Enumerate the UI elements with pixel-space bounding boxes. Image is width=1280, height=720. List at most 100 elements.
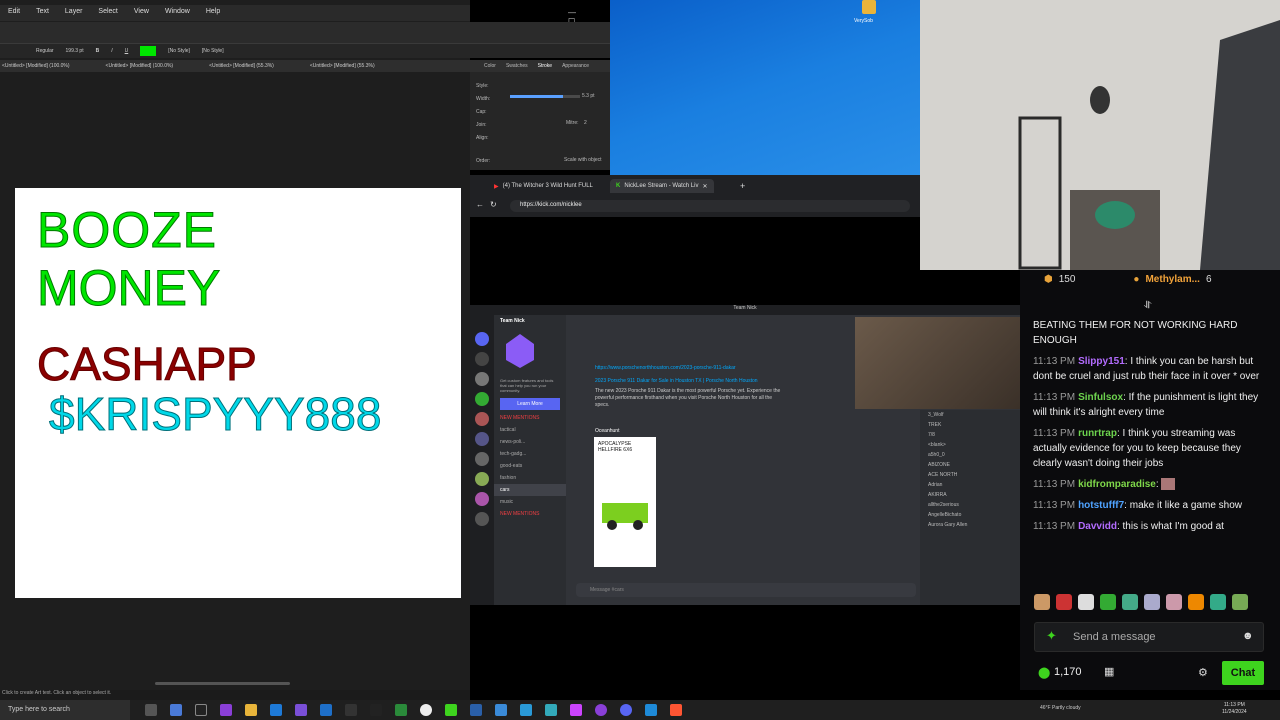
- member-item[interactable]: Aurora Gary Allen: [920, 520, 1020, 530]
- learn-more-button[interactable]: Learn More: [500, 398, 560, 410]
- font-style-select[interactable]: Regular: [36, 48, 54, 54]
- app-icon[interactable]: [520, 704, 532, 716]
- document-canvas[interactable]: BOOZE MONEY CASHAPP $KRISPYYY888: [15, 188, 461, 598]
- username[interactable]: kidfromparadise: [1078, 479, 1156, 490]
- weather-widget[interactable]: 46°F Partly cloudy: [1040, 705, 1081, 711]
- browser-tab-youtube[interactable]: ▶ (4) The Witcher 3 Wild Hunt FULL: [488, 179, 599, 193]
- top-user[interactable]: Methylam...: [1145, 274, 1199, 285]
- doc-tab[interactable]: <Untitled> [Modified] (100.0%): [2, 63, 70, 69]
- image-attachment[interactable]: APOCALYPSE HELLFIRE 6X6: [594, 437, 656, 567]
- member-item[interactable]: AngelleBichato: [920, 510, 1020, 520]
- channel-music[interactable]: music: [494, 496, 566, 508]
- pinned-icon[interactable]: ⥯: [1144, 300, 1151, 311]
- menu-layer[interactable]: Layer: [57, 5, 91, 21]
- text-color-swatch[interactable]: [140, 46, 157, 56]
- brave-icon[interactable]: [670, 704, 682, 716]
- username[interactable]: hotstufff7: [1078, 500, 1124, 511]
- message-input[interactable]: Message #cars: [576, 583, 916, 597]
- character-style-select[interactable]: [No Style]: [168, 48, 190, 54]
- app-icon[interactable]: [195, 704, 207, 716]
- canvas-text-cashapp[interactable]: CASHAPP: [37, 338, 258, 391]
- emote-icon[interactable]: [1232, 594, 1248, 610]
- tab-color[interactable]: Color: [484, 63, 496, 69]
- app-icon[interactable]: [270, 704, 282, 716]
- reload-button[interactable]: ↻: [490, 200, 497, 209]
- server-name[interactable]: Team Nick: [494, 315, 566, 327]
- member-item[interactable]: 7/8: [920, 430, 1020, 440]
- app-icon[interactable]: [345, 704, 357, 716]
- message-author[interactable]: Oceanhunt: [595, 428, 619, 434]
- app-icon[interactable]: [470, 704, 482, 716]
- canvas-text-booze[interactable]: BOOZE: [36, 202, 217, 259]
- channel-cars[interactable]: cars: [494, 484, 566, 496]
- username[interactable]: runrtrap: [1078, 428, 1117, 439]
- member-item[interactable]: Adrian: [920, 480, 1020, 490]
- horizontal-scrollbar[interactable]: [155, 682, 290, 685]
- channel-tactical[interactable]: tactical: [494, 424, 566, 436]
- emote-icon[interactable]: [1100, 594, 1116, 610]
- menu-window[interactable]: Window: [157, 5, 198, 21]
- chrome-icon[interactable]: [420, 704, 432, 716]
- folder-icon[interactable]: [245, 704, 257, 716]
- folder-icon[interactable]: [862, 0, 876, 14]
- italic-button[interactable]: I: [111, 48, 112, 54]
- member-item[interactable]: a5h0_0: [920, 450, 1020, 460]
- taskbar-search[interactable]: Type here to search: [0, 700, 130, 720]
- app-icon[interactable]: [445, 704, 457, 716]
- username[interactable]: Slippy151: [1078, 356, 1125, 367]
- new-mentions-badge[interactable]: NEW MENTIONS: [494, 508, 566, 520]
- member-item[interactable]: allthe2serious: [920, 500, 1020, 510]
- app-icon[interactable]: [220, 704, 232, 716]
- menu-view[interactable]: View: [126, 5, 157, 21]
- emote-icon[interactable]: [1034, 594, 1050, 610]
- doc-tab[interactable]: <Untitled> [Modified] (55.3%): [209, 63, 274, 69]
- gear-icon[interactable]: ⚙: [1198, 666, 1208, 679]
- new-mentions-badge[interactable]: NEW MENTIONS: [494, 412, 566, 424]
- emote-icon[interactable]: [1188, 594, 1204, 610]
- member-item[interactable]: 3_Wolf: [920, 410, 1020, 420]
- emote-icon[interactable]: [1122, 594, 1138, 610]
- member-item[interactable]: ABIZONE: [920, 460, 1020, 470]
- app-icon[interactable]: [570, 704, 582, 716]
- emote-icon[interactable]: [1078, 594, 1094, 610]
- username[interactable]: Sinfulsox: [1078, 392, 1123, 403]
- app-icon[interactable]: [495, 704, 507, 716]
- chat-send-button[interactable]: Chat: [1222, 661, 1264, 685]
- member-item[interactable]: AKIRRA: [920, 490, 1020, 500]
- app-icon[interactable]: [395, 704, 407, 716]
- paragraph-style-select[interactable]: [No Style]: [202, 48, 224, 54]
- app-icon[interactable]: [545, 704, 557, 716]
- app-icon[interactable]: [320, 704, 332, 716]
- canvas-text-money[interactable]: MONEY: [36, 260, 220, 317]
- task-view-icon[interactable]: [145, 704, 157, 716]
- member-item[interactable]: ACE NORTH: [920, 470, 1020, 480]
- tab-appearance[interactable]: Appearance: [562, 63, 589, 69]
- bold-button[interactable]: B: [96, 48, 100, 54]
- embed-url[interactable]: https://www.porschenorthhouston.com/2023…: [595, 365, 855, 372]
- emote-icon[interactable]: [1210, 594, 1226, 610]
- tab-swatches[interactable]: Swatches: [506, 63, 528, 69]
- tab-stroke[interactable]: Stroke: [538, 63, 552, 69]
- system-clock[interactable]: 11:13 PM 11/24/2024: [1222, 702, 1247, 716]
- width-slider[interactable]: [510, 95, 580, 98]
- doc-tab[interactable]: <Untitled> [Modified] (55.3%): [310, 63, 375, 69]
- username[interactable]: Davvidd: [1078, 521, 1117, 532]
- emote-icon[interactable]: [1056, 594, 1072, 610]
- send-message-input[interactable]: Send a message: [1034, 622, 1264, 652]
- emote-icon[interactable]: [1144, 594, 1160, 610]
- member-item[interactable]: <blank>: [920, 440, 1020, 450]
- app-icon[interactable]: [370, 704, 382, 716]
- menu-select[interactable]: Select: [90, 5, 125, 21]
- app-icon[interactable]: [295, 704, 307, 716]
- font-size-field[interactable]: 199.3 pt: [66, 48, 84, 54]
- new-tab-button[interactable]: +: [740, 181, 745, 191]
- mitre-value[interactable]: 2: [584, 120, 587, 126]
- app-icon[interactable]: [595, 704, 607, 716]
- channel-tech[interactable]: tech-gadg...: [494, 448, 566, 460]
- underline-button[interactable]: U: [125, 48, 129, 54]
- embed-title[interactable]: 2023 Porsche 911 Dakar for Sale in Houst…: [595, 378, 855, 385]
- scale-with-object-checkbox[interactable]: Scale with object: [564, 157, 602, 163]
- member-item[interactable]: TREK: [920, 420, 1020, 430]
- emote-icon[interactable]: [1166, 594, 1182, 610]
- close-tab-icon[interactable]: ✕: [702, 183, 707, 190]
